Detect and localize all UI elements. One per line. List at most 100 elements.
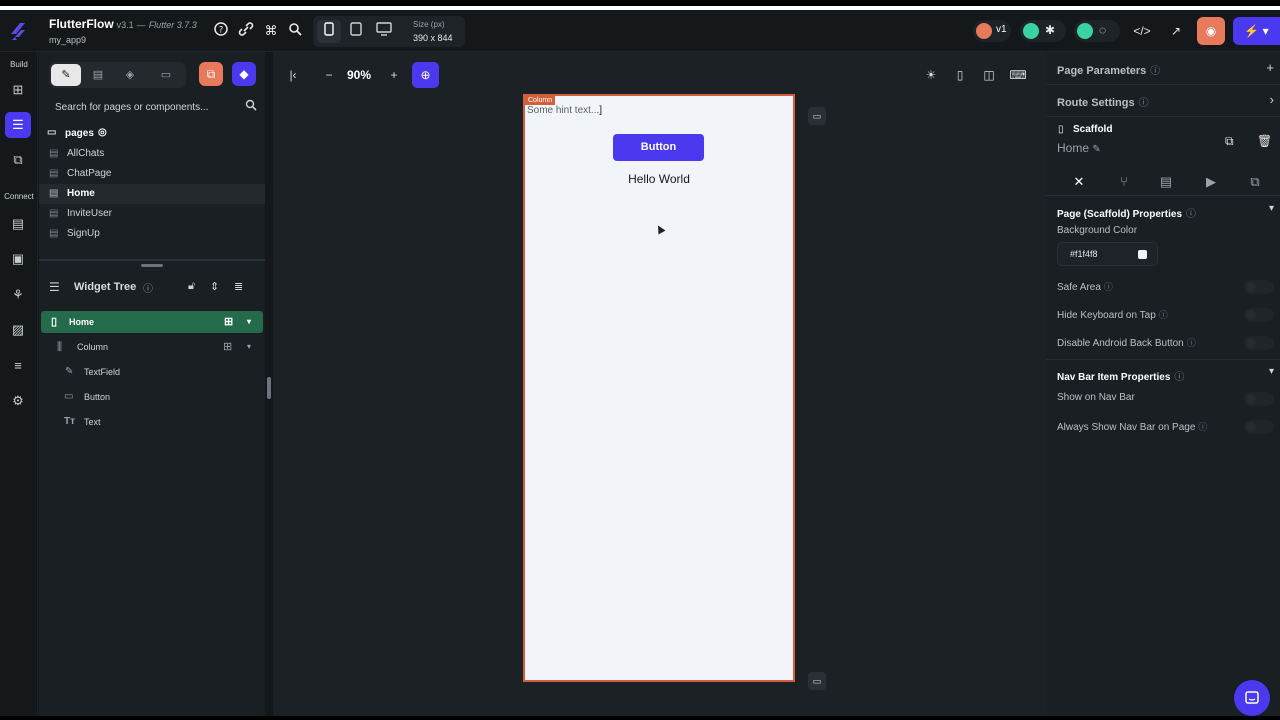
info-icon[interactable]: ⓘ <box>1104 282 1113 292</box>
edit-pencil-icon[interactable]: ✎ <box>1092 144 1100 155</box>
background-color-picker[interactable]: #f1f4f8 <box>1057 242 1158 266</box>
tab-actions-icon[interactable]: ▶ <box>1198 170 1224 194</box>
info-icon[interactable]: ⓘ <box>1139 98 1149 109</box>
check-status-icon[interactable] <box>1023 23 1039 39</box>
tree-node-home[interactable]: ▯ Home ⊞ ▾ <box>41 311 263 333</box>
info-icon[interactable]: ⓘ <box>1159 310 1168 320</box>
tree-options-icon[interactable]: ≣ <box>234 280 243 293</box>
tab-pages-icon[interactable]: ✎ <box>51 64 81 86</box>
add-child-icon[interactable]: ⊞ <box>223 336 232 358</box>
navbar-toggle-icon[interactable]: ▭ <box>808 672 826 690</box>
chevron-down-icon[interactable]: ▾ <box>247 311 251 333</box>
app-state-icon[interactable]: ⚘ <box>8 285 28 305</box>
command-icon[interactable]: ⌘ <box>262 22 280 40</box>
support-chat-icon[interactable] <box>1234 680 1270 716</box>
zoom-level[interactable]: 90% <box>340 62 378 88</box>
delete-trash-icon[interactable]: 🗑︎ <box>1257 134 1272 148</box>
light-mode-icon[interactable]: ☀ <box>921 62 941 88</box>
link-icon[interactable] <box>237 22 255 40</box>
info-icon[interactable]: ⓘ <box>1174 372 1184 383</box>
project-name[interactable]: my_app9 <box>49 35 86 45</box>
storyboard-icon[interactable]: ⧉ <box>8 150 28 170</box>
responsive-icon[interactable]: ◫ <box>979 62 999 88</box>
preview-button[interactable]: Button <box>613 134 704 161</box>
textfield-preview[interactable]: Some hint text...] <box>527 105 602 116</box>
chevron-right-icon[interactable]: › <box>1270 92 1274 107</box>
folder-icon[interactable]: ▭ <box>153 64 179 86</box>
color-swatch[interactable] <box>1138 250 1147 259</box>
resize-handle[interactable] <box>141 264 163 267</box>
verified-status-icon[interactable] <box>1077 23 1093 39</box>
widget-tree-icon[interactable]: ☰ <box>5 112 31 138</box>
page-item-inviteuser[interactable]: ▤ InviteUser <box>39 204 265 224</box>
route-settings-row[interactable]: Route Settings ⓘ <box>1057 94 1149 109</box>
page-parameters-row[interactable]: Page Parameters ⓘ <box>1057 62 1160 77</box>
page-item-signup[interactable]: ▤ SignUp <box>39 224 265 244</box>
expand-icon[interactable]: ⇕ <box>210 280 219 293</box>
tree-node-textfield[interactable]: ✎ TextField <box>39 361 265 383</box>
hide-keyboard-toggle[interactable] <box>1244 308 1274 322</box>
collapse-panel-icon[interactable]: |‹ <box>283 62 303 88</box>
tab-library-icon[interactable]: ◈ <box>115 64 145 86</box>
nav-bar-properties-header[interactable]: Nav Bar Item Properties ⓘ <box>1057 368 1184 383</box>
tab-properties-icon[interactable]: ✕ <box>1066 170 1092 194</box>
info-icon[interactable]: ⓘ <box>1186 209 1196 220</box>
add-widget-canvas-icon[interactable]: ⊕ <box>412 62 439 88</box>
settings-gear-icon[interactable]: ⚙ <box>8 391 28 411</box>
run-lightning-icon[interactable]: ⚡ ▾ <box>1233 17 1280 45</box>
keyboard-icon[interactable]: ⌨ <box>1008 62 1028 88</box>
always-show-nav-toggle[interactable] <box>1244 420 1274 434</box>
page-item-allchats[interactable]: ▤ AllChats <box>39 144 265 164</box>
api-calls-icon[interactable]: ▣ <box>8 249 28 269</box>
pages-folder[interactable]: ▭ pages ◎ <box>47 126 262 144</box>
zoom-in-icon[interactable]: + <box>385 62 403 88</box>
open-external-icon[interactable]: ↗ <box>1162 17 1190 45</box>
show-nav-toggle[interactable] <box>1244 392 1274 406</box>
add-child-icon[interactable]: ⊞ <box>224 311 233 333</box>
copy-icon[interactable]: ⧉ <box>1225 134 1234 149</box>
tree-node-text[interactable]: Tт Text <box>39 411 265 433</box>
phone-device-icon[interactable] <box>317 20 341 43</box>
info-icon[interactable]: ⓘ <box>1150 66 1160 77</box>
chevron-down-icon[interactable]: ▾ <box>247 336 251 358</box>
appbar-toggle-icon[interactable]: ▭ <box>808 107 826 125</box>
phone-frame-icon[interactable]: ▯ <box>950 62 970 88</box>
phone-preview[interactable]: Column Some hint text...] Button Hello W… <box>523 94 795 682</box>
tablet-device-icon[interactable] <box>344 20 368 43</box>
info-icon[interactable]: ⓘ <box>1198 422 1207 432</box>
search-icon[interactable] <box>286 22 304 40</box>
disable-back-toggle[interactable] <box>1244 336 1274 350</box>
code-icon[interactable]: </> <box>1128 17 1156 45</box>
page-search[interactable]: Search for pages or components... <box>49 99 257 119</box>
chat-icon[interactable]: ◌ <box>1099 23 1106 37</box>
chevron-down-icon[interactable]: ▾ <box>1269 203 1274 214</box>
preview-text[interactable]: Hello World <box>525 172 793 186</box>
tree-node-button[interactable]: ▭ Button <box>39 386 265 408</box>
branch-selector[interactable]: v1 <box>973 20 1011 42</box>
help-icon[interactable]: ? <box>212 22 230 40</box>
add-widget-icon[interactable]: ⧉ <box>199 62 223 86</box>
splitter-handle[interactable] <box>267 377 271 399</box>
flutterflow-logo-icon[interactable] <box>8 20 28 42</box>
desktop-device-icon[interactable] <box>372 20 396 43</box>
firestore-icon[interactable]: ▤ <box>8 214 28 234</box>
pages-info-icon[interactable]: ◎ <box>98 127 107 138</box>
zoom-out-icon[interactable]: − <box>320 62 338 88</box>
search-input[interactable]: Search for pages or components... <box>55 102 208 113</box>
size-value[interactable]: 390 x 844 <box>413 33 453 43</box>
lock-icon[interactable]: 🔓︎ <box>188 280 195 293</box>
custom-code-icon[interactable]: ≡ <box>8 356 28 376</box>
add-parameter-icon[interactable]: + <box>1266 60 1274 75</box>
marketplace-diamond-icon[interactable]: ◆ <box>232 62 256 86</box>
scaffold-properties-header[interactable]: Page (Scaffold) Properties ⓘ <box>1057 205 1196 220</box>
media-assets-icon[interactable]: ▨ <box>8 320 28 340</box>
tree-node-column[interactable]: ⫼ Column ⊞ ▾ <box>39 336 265 358</box>
chevron-down-icon[interactable]: ▾ <box>1269 366 1274 377</box>
page-item-home[interactable]: ▤ Home <box>39 184 265 204</box>
tab-state-icon[interactable]: ▤ <box>1153 170 1179 194</box>
page-item-chatpage[interactable]: ▤ ChatPage <box>39 164 265 184</box>
preview-eye-icon[interactable]: ◉ <box>1197 17 1225 45</box>
tab-components-icon[interactable]: ▤ <box>83 64 113 86</box>
search-icon[interactable] <box>245 99 257 114</box>
tab-schema-icon[interactable]: ⧉ <box>1242 170 1268 194</box>
